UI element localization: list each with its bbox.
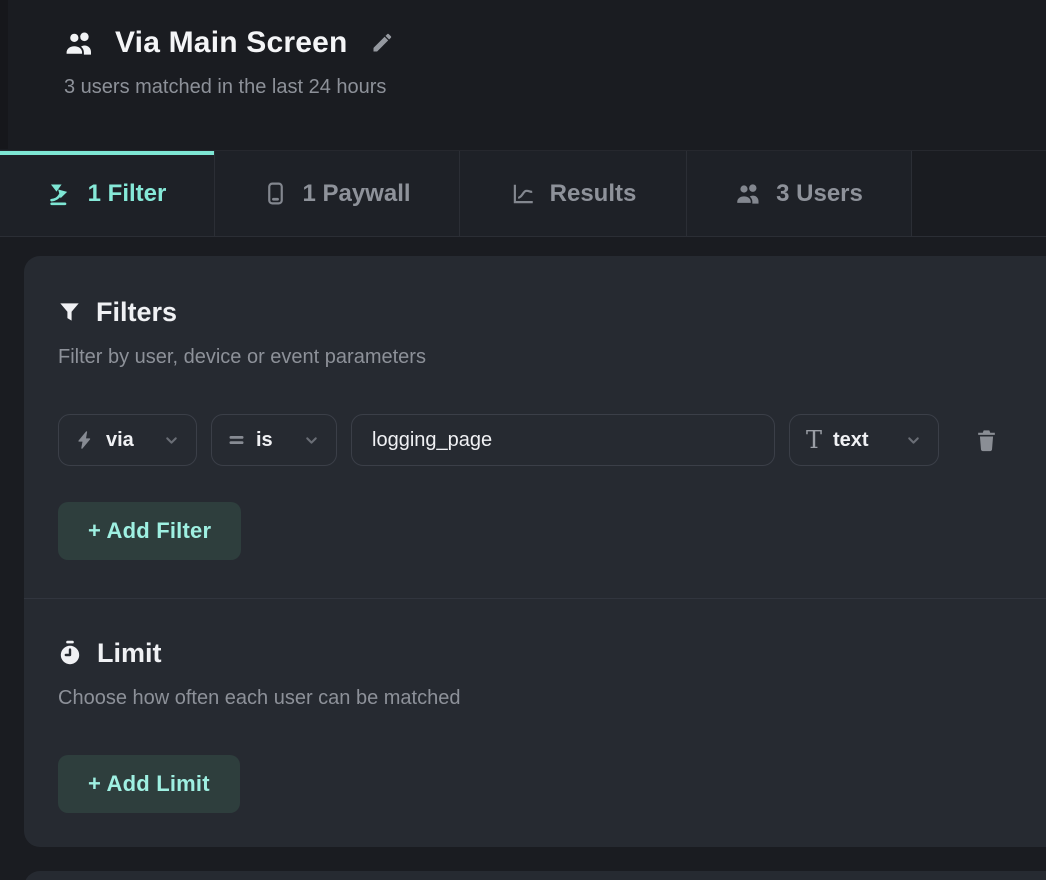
- chevron-down-icon: [303, 432, 320, 449]
- section-title: Filters: [96, 297, 177, 328]
- filter-row: via is: [58, 414, 1032, 466]
- filters-section: Filters Filter by user, device or event …: [24, 256, 1046, 598]
- field-value: via: [106, 429, 134, 452]
- users-icon: [64, 30, 95, 56]
- tab-label: 1 Filter: [88, 180, 167, 208]
- filters-heading: Filters: [58, 296, 1032, 328]
- funnel-icon: [58, 300, 81, 324]
- pencil-icon: [370, 31, 394, 55]
- title-row: Via Main Screen: [64, 26, 1046, 60]
- tab-bar-spacer: [912, 151, 1046, 236]
- edit-title-button[interactable]: [368, 29, 396, 57]
- left-edge-strip: [0, 0, 8, 149]
- next-card-stub: [24, 871, 1046, 880]
- add-limit-button[interactable]: + Add Limit: [58, 755, 240, 813]
- field-dropdown[interactable]: via: [58, 414, 197, 466]
- value-type: text: [833, 429, 869, 452]
- tab-label: 3 Users: [776, 180, 863, 208]
- value-type-dropdown[interactable]: T text: [789, 414, 939, 466]
- phone-icon: [263, 181, 288, 206]
- filter-value-input[interactable]: [351, 414, 775, 466]
- lightning-icon: [75, 429, 95, 451]
- tab-label: 1 Paywall: [302, 180, 410, 208]
- operator-dropdown[interactable]: is: [211, 414, 337, 466]
- add-filter-button[interactable]: + Add Filter: [58, 502, 241, 560]
- tab-label: Results: [550, 180, 637, 208]
- segment-card: Filters Filter by user, device or event …: [24, 256, 1046, 847]
- filter-arrow-icon: [48, 181, 74, 207]
- stopwatch-icon: [58, 640, 82, 666]
- chevron-down-icon: [163, 432, 180, 449]
- limit-subtitle: Choose how often each user can be matche…: [58, 685, 1032, 711]
- match-summary: 3 users matched in the last 24 hours: [64, 76, 1046, 99]
- chart-icon: [510, 181, 536, 207]
- equals-icon: [228, 433, 245, 447]
- tab-results[interactable]: Results: [460, 151, 687, 236]
- page-header: Via Main Screen 3 users matched in the l…: [0, 0, 1046, 150]
- filters-subtitle: Filter by user, device or event paramete…: [58, 344, 1032, 370]
- tab-paywall[interactable]: 1 Paywall: [215, 151, 460, 236]
- page-title: Via Main Screen: [115, 26, 348, 60]
- section-title: Limit: [97, 638, 162, 669]
- operator-value: is: [256, 429, 273, 452]
- tab-bar: 1 Filter 1 Paywall Results: [0, 150, 1046, 237]
- limit-heading: Limit: [58, 637, 1032, 669]
- text-type-icon: T: [806, 428, 822, 452]
- limit-section: Limit Choose how often each user can be …: [24, 599, 1046, 847]
- tab-users[interactable]: 3 Users: [687, 151, 912, 236]
- users-icon: [735, 182, 762, 205]
- trash-icon: [974, 427, 999, 453]
- delete-filter-button[interactable]: [972, 425, 1001, 455]
- chevron-down-icon: [905, 432, 922, 449]
- tab-filter[interactable]: 1 Filter: [0, 151, 215, 236]
